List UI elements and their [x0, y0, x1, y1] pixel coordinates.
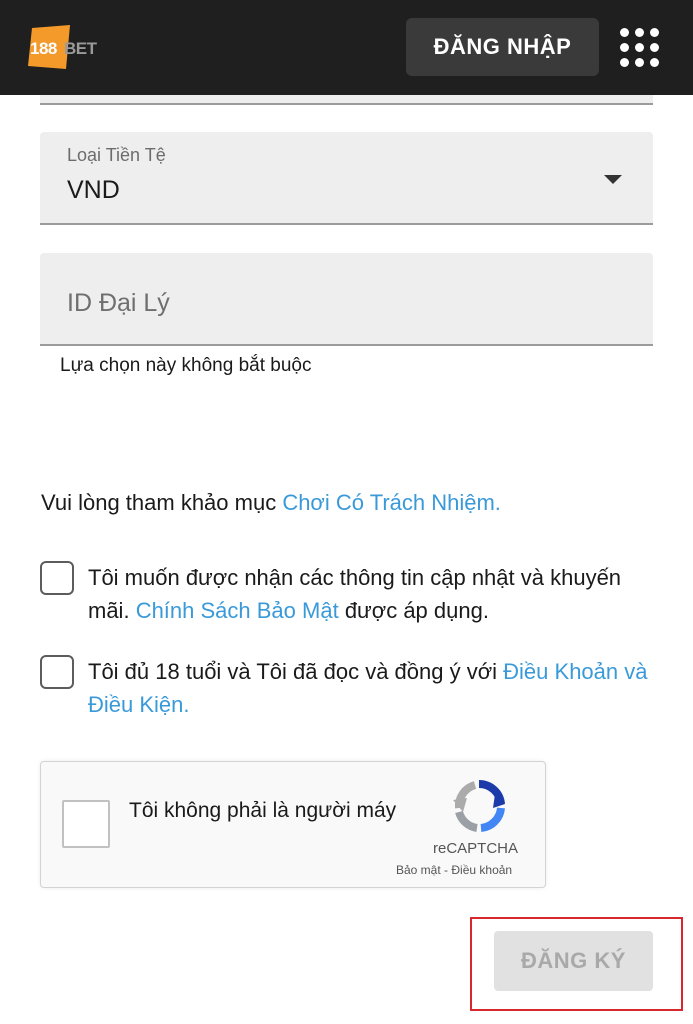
responsible-gaming-note: Vui lòng tham khảo mục Chơi Có Trách Nhi…	[41, 490, 501, 516]
marketing-consent-text: Tôi muốn được nhận các thông tin cập nhậ…	[88, 561, 648, 627]
svg-text:BET: BET	[64, 39, 98, 58]
marketing-consent-text-after: được áp dụng.	[338, 598, 489, 623]
agent-id-helper-text: Lựa chọn này không bắt buộc	[60, 355, 312, 376]
recaptcha-checkbox[interactable]	[62, 800, 110, 848]
responsible-gaming-prefix: Vui lòng tham khảo mục	[41, 490, 283, 515]
terms-consent-checkbox[interactable]	[40, 655, 74, 689]
terms-consent-text: Tôi đủ 18 tuổi và Tôi đã đọc và đồng ý v…	[88, 655, 648, 721]
svg-text:188: 188	[30, 39, 57, 58]
recaptcha-link-separator: -	[440, 863, 452, 877]
marketing-consent-checkbox[interactable]	[40, 561, 74, 595]
recaptcha-widget: Tôi không phải là người máy reCAPTCHA Bả…	[40, 761, 546, 888]
recaptcha-privacy-link[interactable]: Bảo mật	[396, 863, 441, 877]
caret-down-icon[interactable]	[604, 175, 622, 184]
terms-consent-text-before: Tôi đủ 18 tuổi và Tôi đã đọc và đồng ý v…	[88, 659, 504, 684]
recaptcha-links: Bảo mật - Điều khoản	[396, 863, 512, 877]
top-header: 188 BET ĐĂNG NHẬP	[0, 0, 693, 95]
previous-field-bottom	[40, 95, 653, 105]
responsible-gaming-link[interactable]: Chơi Có Trách Nhiệm.	[282, 490, 501, 515]
recaptcha-brand: reCAPTCHA	[433, 840, 519, 857]
register-button[interactable]: ĐĂNG KÝ	[494, 931, 653, 991]
recaptcha-label: Tôi không phải là người máy	[129, 799, 397, 822]
agent-id-input[interactable]	[67, 287, 607, 319]
grid-menu-icon[interactable]	[618, 26, 662, 70]
agent-id-field[interactable]	[40, 253, 653, 346]
privacy-policy-link[interactable]: Chính Sách Bảo Mật	[136, 598, 339, 623]
login-button[interactable]: ĐĂNG NHẬP	[406, 18, 599, 76]
recaptcha-terms-link[interactable]: Điều khoản	[451, 863, 512, 877]
recaptcha-icon	[453, 779, 505, 832]
currency-label: Loại Tiền Tệ	[67, 145, 166, 165]
currency-value: VND	[67, 176, 120, 204]
188bet-logo[interactable]: 188 BET	[26, 22, 100, 72]
currency-select[interactable]: Loại Tiền Tệ VND	[40, 132, 653, 225]
